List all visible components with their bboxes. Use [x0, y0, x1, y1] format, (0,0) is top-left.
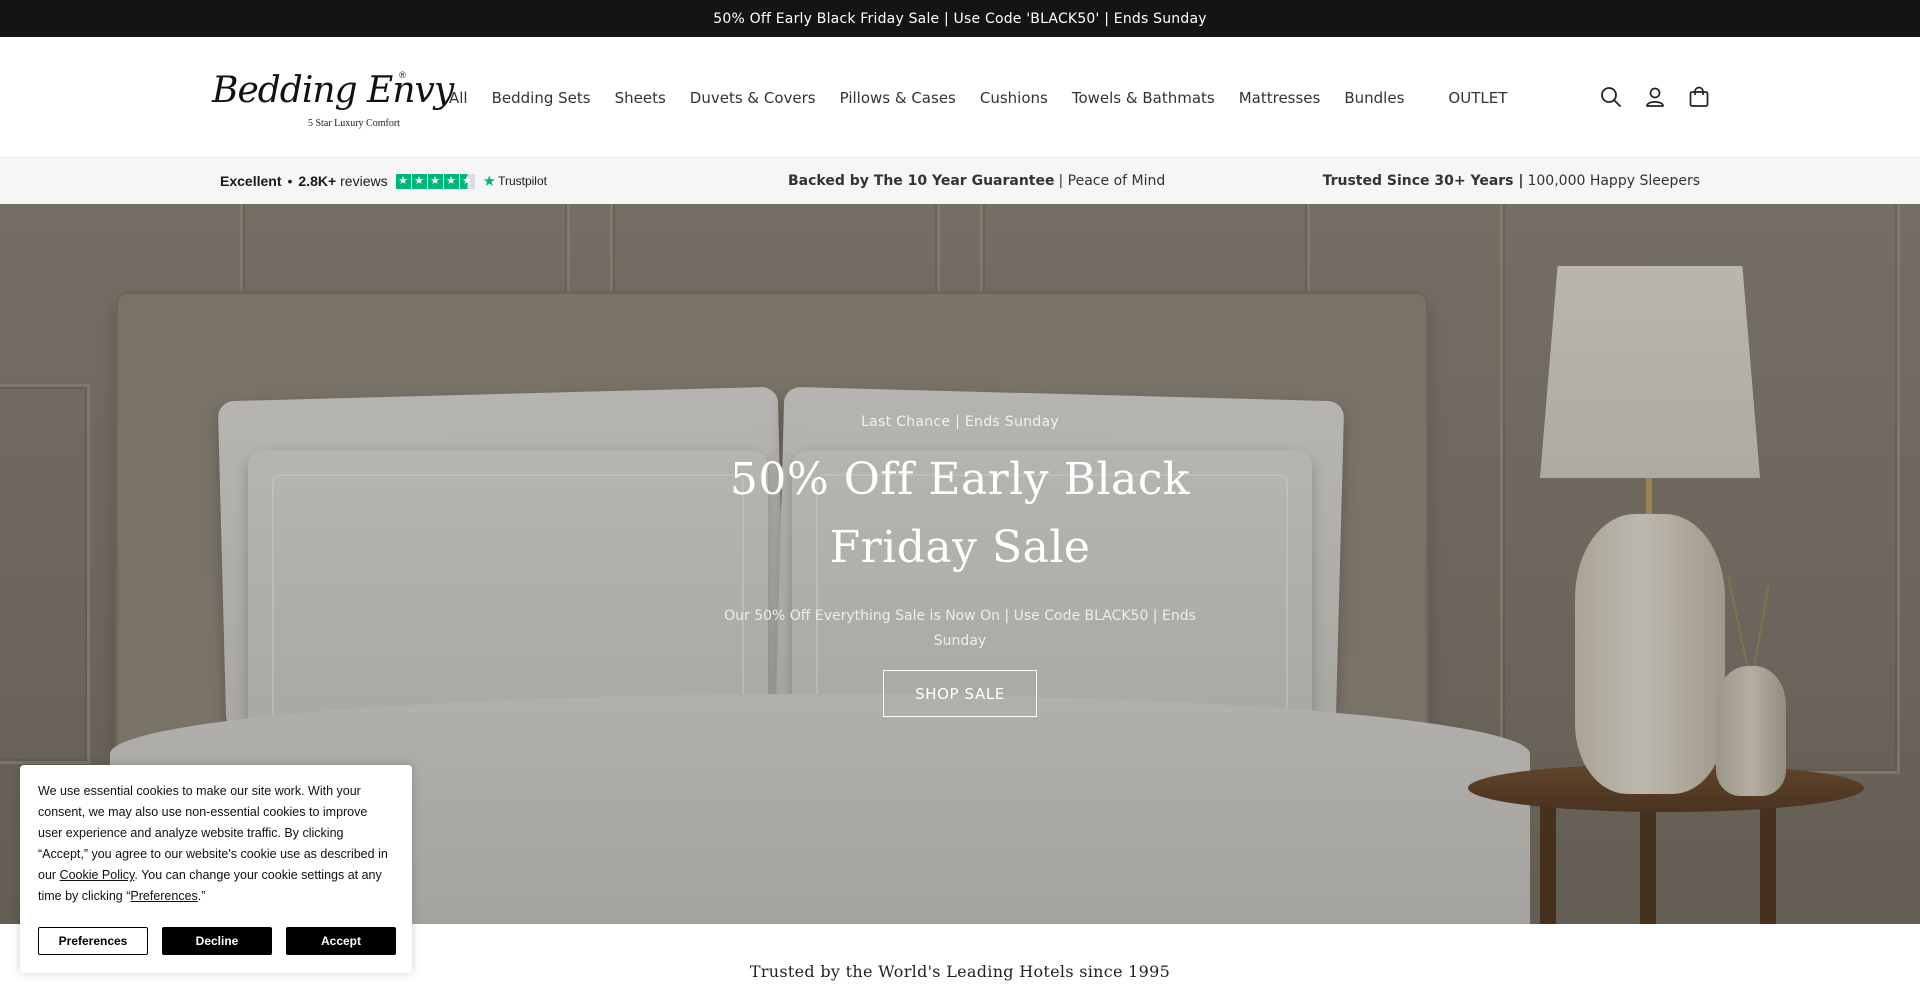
search-icon[interactable] [1598, 84, 1624, 110]
hero-subtitle: Our 50% Off Everything Sale is Now On | … [724, 608, 1196, 649]
preferences-button[interactable]: Preferences [38, 927, 148, 955]
nav-item-bundles[interactable]: Bundles [1344, 89, 1404, 107]
logo-tagline: 5 Star Luxury Comfort [308, 118, 400, 129]
trustpilot-stars: ★ ★ ★ ★ ★ [395, 173, 475, 189]
trusted-since-message: Trusted Since 30+ Years | 100,000 Happy … [1323, 158, 1700, 204]
trustpilot-brand: Trustpilot [498, 174, 547, 188]
cookie-text-after: .” [197, 889, 206, 903]
trustpilot-rating-word: Excellent [220, 173, 282, 189]
cookie-preferences-link[interactable]: Preferences [130, 889, 197, 903]
trusted-hotels-heading: Trusted by the World's Leading Hotels si… [749, 962, 1171, 981]
announcement-bar: 50% Off Early Black Friday Sale | Use Co… [0, 0, 1920, 37]
guarantee-rest: | Peace of Mind [1058, 173, 1166, 189]
trust-bar: Excellent • 2.8K+ reviews ★ ★ ★ ★ ★ ★ Tr… [0, 158, 1920, 204]
nav-item-towels-bathmats[interactable]: Towels & Bathmats [1072, 89, 1215, 107]
logo-script: Bedding Envy [212, 70, 454, 111]
trustpilot-star-icon: ★ [482, 173, 497, 190]
trusted-rest: 100,000 Happy Sleepers [1527, 173, 1700, 189]
trustpilot-separator: • [287, 173, 293, 189]
cookie-text: We use essential cookies to make our sit… [38, 781, 394, 907]
logo[interactable]: Bedding Envy ® 5 Star Luxury Comfort [212, 67, 454, 137]
nav-item-cushions[interactable]: Cushions [980, 89, 1048, 107]
decline-button[interactable]: Decline [162, 927, 272, 955]
hero-eyebrow: Last Chance | Ends Sunday [861, 414, 1059, 430]
nav-item-duvets-covers[interactable]: Duvets & Covers [690, 89, 816, 107]
guarantee-bold: Backed by The 10 Year Guarantee [788, 173, 1055, 189]
trustpilot-logo: ★ Trustpilot [483, 172, 547, 190]
trustpilot-widget[interactable]: Excellent • 2.8K+ reviews ★ ★ ★ ★ ★ ★ Tr… [220, 158, 547, 204]
star-icon: ★ [395, 173, 411, 189]
logo-registered: ® [398, 71, 407, 81]
cookie-buttons: Preferences Decline Accept [38, 927, 396, 955]
trusted-bold: Trusted Since 30+ Years | [1322, 173, 1524, 189]
announcement-text: 50% Off Early Black Friday Sale | Use Co… [713, 10, 1207, 27]
hero-title: 50% Off Early Black Friday Sale [729, 454, 1191, 573]
cart-icon[interactable] [1686, 84, 1712, 110]
trustpilot-count: 2.8K+ [298, 173, 337, 189]
star-icon: ★ [427, 173, 443, 189]
star-icon: ★ [411, 173, 427, 189]
nav-item-mattresses[interactable]: Mattresses [1239, 89, 1321, 107]
account-icon[interactable] [1642, 84, 1668, 110]
nav-item-outlet[interactable]: OUTLET [1448, 89, 1507, 107]
header-icons [1598, 84, 1712, 110]
accept-button[interactable]: Accept [286, 927, 396, 955]
cookie-banner: We use essential cookies to make our sit… [20, 765, 412, 973]
trustpilot-reviews-word: reviews [340, 173, 388, 189]
cookie-policy-link[interactable]: Cookie Policy [60, 868, 135, 882]
star-icon: ★ [443, 173, 459, 189]
main-nav: All Bedding Sets Sheets Duvets & Covers … [449, 37, 1531, 158]
guarantee-message: Backed by The 10 Year Guarantee | Peace … [788, 158, 1165, 204]
nav-item-sheets[interactable]: Sheets [615, 89, 666, 107]
shop-sale-button[interactable]: SHOP SALE [883, 670, 1037, 717]
nav-item-all[interactable]: All [449, 89, 468, 107]
half-star-icon: ★ [459, 173, 475, 189]
nav-item-bedding-sets[interactable]: Bedding Sets [492, 89, 591, 107]
nav-item-pillows-cases[interactable]: Pillows & Cases [840, 89, 956, 107]
site-header: Bedding Envy ® 5 Star Luxury Comfort All… [0, 37, 1920, 158]
